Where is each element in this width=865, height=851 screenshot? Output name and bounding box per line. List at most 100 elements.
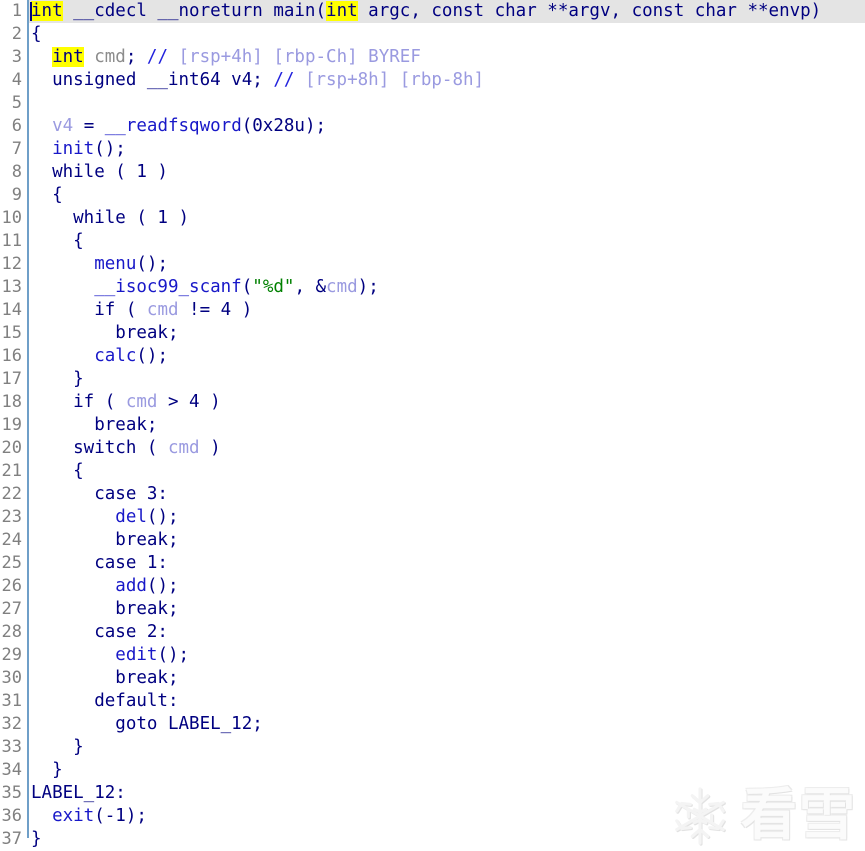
code-text[interactable]: } bbox=[31, 368, 84, 391]
token[interactable]: // bbox=[273, 70, 294, 90]
code-text[interactable]: if ( cmd > 4 ) bbox=[31, 391, 221, 414]
token[interactable]: ) bbox=[200, 438, 221, 458]
token[interactable]: } bbox=[31, 760, 63, 780]
token[interactable]: break; bbox=[31, 668, 178, 688]
code-line[interactable]: 26 add(); bbox=[0, 575, 865, 598]
token[interactable] bbox=[31, 645, 115, 665]
code-line[interactable]: 2{ bbox=[0, 23, 865, 46]
token[interactable]: (); bbox=[136, 346, 168, 366]
code-text[interactable]: { bbox=[31, 184, 63, 207]
token[interactable]: , & bbox=[294, 277, 326, 297]
code-text[interactable]: } bbox=[31, 759, 63, 782]
token[interactable]: (); bbox=[94, 139, 126, 159]
token[interactable]: if ( bbox=[31, 300, 147, 320]
token[interactable] bbox=[31, 346, 94, 366]
code-text[interactable]: del(); bbox=[31, 506, 178, 529]
code-text[interactable]: { bbox=[31, 460, 84, 483]
code-line[interactable]: 1 int __cdecl __noreturn main(int argc, c… bbox=[0, 0, 865, 23]
code-line[interactable]: 21 { bbox=[0, 460, 865, 483]
code-line[interactable]: 23 del(); bbox=[0, 506, 865, 529]
code-line[interactable]: 37} bbox=[0, 828, 865, 851]
code-lines-container[interactable]: 1 int __cdecl __noreturn main(int argc, c… bbox=[0, 0, 865, 851]
token[interactable]: LABEL_12 bbox=[31, 783, 115, 803]
code-line[interactable]: 34 } bbox=[0, 759, 865, 782]
code-text[interactable]: default: bbox=[31, 690, 178, 713]
token[interactable]: ; bbox=[252, 714, 263, 734]
code-text[interactable]: int cmd; // [rsp+4h] [rbp-Ch] BYREF bbox=[31, 46, 421, 69]
token[interactable]: cmd bbox=[147, 300, 179, 320]
token[interactable]: main bbox=[273, 1, 315, 21]
token[interactable]: { bbox=[31, 231, 84, 251]
token[interactable]: [rsp+8h] [rbp-8h] bbox=[294, 70, 484, 90]
code-text[interactable]: break; bbox=[31, 667, 178, 690]
highlighted-token[interactable]: int bbox=[326, 1, 358, 21]
code-line[interactable]: 9 { bbox=[0, 184, 865, 207]
code-line[interactable]: 25 case 1: bbox=[0, 552, 865, 575]
code-line[interactable]: 22 case 3: bbox=[0, 483, 865, 506]
token[interactable]: break; bbox=[31, 599, 178, 619]
token[interactable]: ; bbox=[126, 47, 147, 67]
code-text[interactable]: init(); bbox=[31, 138, 126, 161]
token[interactable]: edit bbox=[115, 645, 157, 665]
code-line[interactable]: 15 break; bbox=[0, 322, 865, 345]
code-text[interactable]: menu(); bbox=[31, 253, 168, 276]
code-line[interactable]: 10 while ( 1 ) bbox=[0, 207, 865, 230]
code-text[interactable]: while ( 1 ) bbox=[31, 161, 168, 184]
token[interactable]: ( bbox=[242, 277, 253, 297]
code-text[interactable]: switch ( cmd ) bbox=[31, 437, 221, 460]
token[interactable] bbox=[31, 277, 94, 297]
token[interactable]: init bbox=[52, 139, 94, 159]
token[interactable] bbox=[31, 507, 115, 527]
token[interactable]: ( bbox=[315, 1, 326, 21]
code-text[interactable]: case 2: bbox=[31, 621, 168, 644]
highlighted-token[interactable]: int bbox=[31, 1, 63, 21]
token[interactable] bbox=[31, 254, 94, 274]
token[interactable]: case 3: bbox=[31, 484, 168, 504]
code-text[interactable]: break; bbox=[31, 322, 178, 345]
code-line[interactable]: 18 if ( cmd > 4 ) bbox=[0, 391, 865, 414]
token[interactable]: menu bbox=[94, 254, 136, 274]
code-text[interactable]: { bbox=[31, 230, 84, 253]
token[interactable]: calc bbox=[94, 346, 136, 366]
code-line[interactable]: 35 LABEL_12: bbox=[0, 782, 865, 805]
token[interactable]: if ( bbox=[31, 392, 126, 412]
token[interactable]: add bbox=[115, 576, 147, 596]
code-line[interactable]: 4 unsigned __int64 v4; // [rsp+8h] [rbp-… bbox=[0, 69, 865, 92]
token[interactable]: // bbox=[147, 47, 168, 67]
token[interactable] bbox=[31, 139, 52, 159]
highlighted-token[interactable]: int bbox=[52, 47, 84, 67]
token[interactable]: } bbox=[31, 369, 84, 389]
code-line[interactable]: 36 exit(-1); bbox=[0, 805, 865, 828]
code-text[interactable]: case 1: bbox=[31, 552, 168, 575]
code-text[interactable]: while ( 1 ) bbox=[31, 207, 189, 230]
token[interactable]: (); bbox=[136, 254, 168, 274]
code-line[interactable]: 11 { bbox=[0, 230, 865, 253]
token[interactable]: del bbox=[115, 507, 147, 527]
token[interactable]: v4 bbox=[52, 116, 73, 136]
pseudocode-view[interactable]: 1 int __cdecl __noreturn main(int argc, c… bbox=[0, 0, 865, 851]
token[interactable]: (); bbox=[147, 576, 179, 596]
code-line[interactable]: 14 if ( cmd != 4 ) bbox=[0, 299, 865, 322]
code-text[interactable]: exit(-1); bbox=[31, 805, 147, 828]
code-text[interactable]: LABEL_12: bbox=[31, 782, 126, 805]
token[interactable] bbox=[31, 806, 52, 826]
token[interactable]: != 4 ) bbox=[179, 300, 252, 320]
code-text[interactable]: break; bbox=[31, 529, 178, 552]
token[interactable]: } bbox=[31, 829, 42, 849]
code-line[interactable]: 24 break; bbox=[0, 529, 865, 552]
code-text[interactable]: unsigned __int64 v4; // [rsp+8h] [rbp-8h… bbox=[31, 69, 484, 92]
token[interactable]: unsigned __int64 v4; bbox=[31, 70, 273, 90]
token[interactable]: [rsp+4h] [rbp-Ch] BYREF bbox=[168, 47, 421, 67]
code-text[interactable]: edit(); bbox=[31, 644, 189, 667]
code-text[interactable]: } bbox=[31, 828, 42, 851]
token[interactable]: cmd bbox=[326, 277, 358, 297]
token[interactable] bbox=[84, 47, 95, 67]
token[interactable]: switch ( bbox=[31, 438, 168, 458]
token[interactable] bbox=[31, 576, 115, 596]
code-line[interactable]: 5 bbox=[0, 92, 865, 115]
code-line[interactable]: 13 __isoc99_scanf("%d", &cmd); bbox=[0, 276, 865, 299]
code-line[interactable]: 29 edit(); bbox=[0, 644, 865, 667]
token[interactable]: __cdecl __noreturn bbox=[63, 1, 274, 21]
token[interactable]: "%d" bbox=[252, 277, 294, 297]
code-line[interactable]: 28 case 2: bbox=[0, 621, 865, 644]
